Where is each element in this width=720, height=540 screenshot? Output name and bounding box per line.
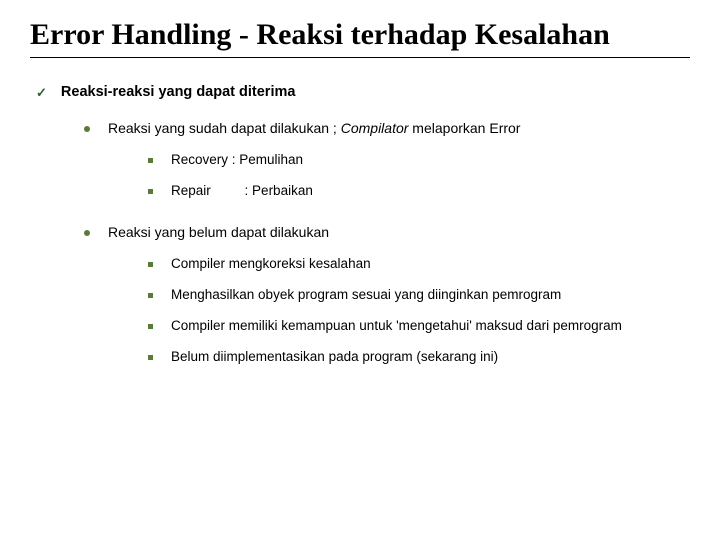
section1-heading-italic: Compilator xyxy=(341,120,409,136)
level3-text: Compiler memiliki kemampuan untuk 'menge… xyxy=(171,318,622,333)
section1-heading-pre: Reaksi yang sudah dapat dilakukan ; xyxy=(108,120,341,136)
bullet-square-icon xyxy=(148,262,153,267)
bullet-square-icon xyxy=(148,158,153,163)
bullet-square-icon xyxy=(148,324,153,329)
bullet-square-icon xyxy=(148,189,153,194)
bullet-level3: Recovery : Pemulihan xyxy=(148,152,690,167)
bullet-square-icon xyxy=(148,355,153,360)
level3-text: Repair : Perbaikan xyxy=(171,183,313,198)
bullet-dot-icon xyxy=(84,230,90,236)
bullet-level3: Belum diimplementasikan pada program (se… xyxy=(148,349,690,364)
bullet-dot-icon xyxy=(84,126,90,132)
section1-heading: Reaksi yang sudah dapat dilakukan ; Comp… xyxy=(108,120,520,136)
level3-text: Belum diimplementasikan pada program (se… xyxy=(171,349,498,364)
bullet-level3: Menghasilkan obyek program sesuai yang d… xyxy=(148,287,690,302)
bullet-level3: Compiler mengkoreksi kesalahan xyxy=(148,256,690,271)
level3-text: Compiler mengkoreksi kesalahan xyxy=(171,256,371,271)
bullet-level3: Repair : Perbaikan xyxy=(148,183,690,198)
level3-text: Menghasilkan obyek program sesuai yang d… xyxy=(171,287,561,302)
check-icon: ✓ xyxy=(36,84,47,102)
level1-text: Reaksi-reaksi yang dapat diterima xyxy=(61,84,296,100)
level3-text: Recovery : Pemulihan xyxy=(171,152,303,167)
bullet-level2-section2: Reaksi yang belum dapat dilakukan xyxy=(84,224,690,240)
bullet-level3: Compiler memiliki kemampuan untuk 'menge… xyxy=(148,318,690,333)
section1-heading-post: melaporkan Error xyxy=(408,120,520,136)
bullet-level1: ✓ Reaksi-reaksi yang dapat diterima xyxy=(36,84,690,102)
bullet-square-icon xyxy=(148,293,153,298)
section2-heading: Reaksi yang belum dapat dilakukan xyxy=(108,224,329,240)
bullet-level2-section1: Reaksi yang sudah dapat dilakukan ; Comp… xyxy=(84,120,690,136)
slide-title: Error Handling - Reaksi terhadap Kesalah… xyxy=(30,18,690,58)
